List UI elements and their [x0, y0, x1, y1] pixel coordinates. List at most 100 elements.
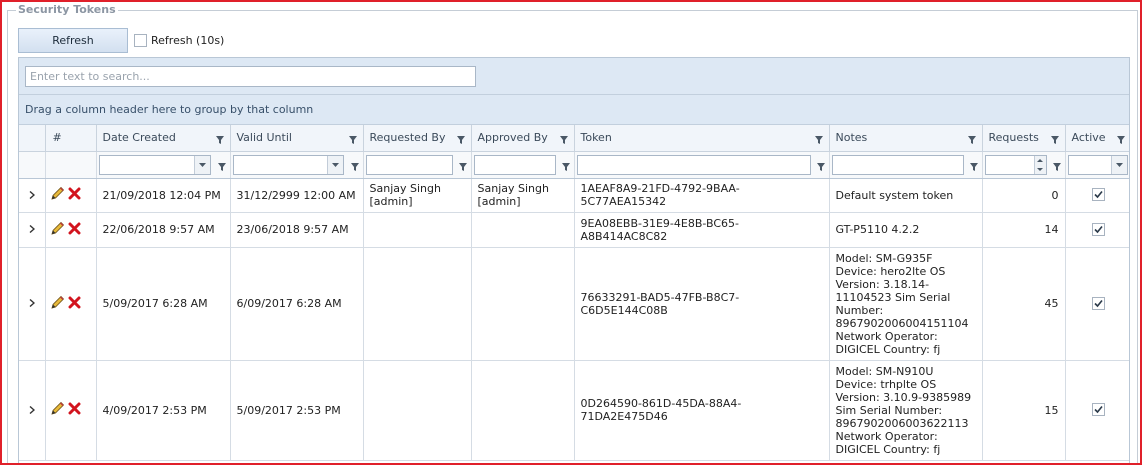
- chevron-right-icon[interactable]: [19, 212, 46, 248]
- valid-until-cell: 5/09/2017 2:53 PM: [230, 360, 364, 461]
- token-cell: 9EA08EBB-31E9-4E8B-BC65-A8B414AC8C82: [574, 212, 830, 248]
- table-row[interactable]: 21/09/2018 12:04 PM 31/12/2999 12:00 AM …: [19, 178, 1129, 213]
- token-cell: 0D264590-861D-45DA-88A4-71DA2E475D46: [574, 360, 830, 461]
- token-cell: 1AEAF8A9-21FD-4792-9BAA-5C77AEA15342: [574, 178, 830, 213]
- filter-row: [19, 151, 1129, 179]
- date-created-cell: 22/06/2018 9:57 AM: [96, 212, 231, 248]
- requests-cell: 45: [982, 247, 1066, 361]
- table-row[interactable]: 5/09/2017 6:28 AM 6/09/2017 6:28 AM 7663…: [19, 247, 1129, 361]
- date-created-cell: 5/09/2017 6:28 AM: [96, 247, 231, 361]
- column-header-requests[interactable]: Requests: [982, 125, 1066, 152]
- date-created-cell: 21/09/2018 12:04 PM: [96, 178, 231, 213]
- pencil-icon[interactable]: [50, 221, 65, 239]
- active-cell: [1065, 178, 1129, 213]
- dropdown-arrow-icon[interactable]: [193, 155, 210, 174]
- approved-by-cell: [471, 212, 575, 248]
- notes-cell: Model: SM-G935F Device: hero2lte OS Vers…: [829, 247, 983, 361]
- chevron-right-icon[interactable]: [19, 178, 46, 213]
- filter-icon[interactable]: [1050, 134, 1059, 147]
- column-header-approved-by[interactable]: Approved By: [471, 125, 575, 152]
- valid-until-cell: 31/12/2999 12:00 AM: [230, 178, 364, 213]
- approved-by-cell: Sanjay Singh [admin]: [471, 178, 575, 213]
- filter-cell-empty: [19, 151, 46, 179]
- active-checkbox[interactable]: [1091, 188, 1105, 201]
- column-header-token[interactable]: Token: [574, 125, 830, 152]
- active-filter-select[interactable]: [1067, 154, 1128, 175]
- column-header-requested-by[interactable]: Requested By: [363, 125, 472, 152]
- notes-filter-input[interactable]: [831, 154, 964, 175]
- window-frame: Security Tokens Refresh Refresh (10s) Dr…: [0, 0, 1142, 465]
- pencil-icon[interactable]: [50, 401, 65, 419]
- filter-icon[interactable]: [969, 161, 978, 174]
- approved-by-cell: [471, 360, 575, 461]
- delete-x-icon[interactable]: [68, 222, 81, 238]
- dropdown-arrow-icon[interactable]: [1110, 155, 1127, 174]
- valid-until-cell: 6/09/2017 6:28 AM: [230, 247, 364, 361]
- filter-icon[interactable]: [456, 134, 465, 147]
- approved-by-cell: [471, 247, 575, 361]
- row-actions: [45, 212, 97, 248]
- search-panel: [19, 58, 1129, 95]
- active-cell: [1065, 212, 1129, 248]
- requests-cell: 14: [982, 212, 1066, 248]
- requests-cell: 0: [982, 178, 1066, 213]
- active-checkbox[interactable]: [1091, 403, 1105, 416]
- refresh-button[interactable]: Refresh: [18, 28, 128, 53]
- column-header-active[interactable]: Active: [1065, 125, 1129, 152]
- token-cell: 76633291-BAD5-47FB-B8C7-C6D5E144C08B: [574, 247, 830, 361]
- table-row[interactable]: 22/06/2018 9:57 AM 23/06/2018 9:57 AM 9E…: [19, 212, 1129, 248]
- filter-icon[interactable]: [350, 161, 359, 174]
- approved-by-filter-input[interactable]: [473, 154, 556, 175]
- filter-cell-date-created: [96, 151, 231, 179]
- pencil-icon[interactable]: [50, 186, 65, 204]
- filter-cell-token: [574, 151, 830, 179]
- dropdown-arrow-icon[interactable]: [326, 155, 343, 174]
- row-actions: [45, 178, 97, 213]
- valid-until-filter-input[interactable]: [232, 154, 344, 175]
- group-by-panel[interactable]: Drag a column header here to group by th…: [19, 95, 1129, 125]
- filter-icon[interactable]: [217, 161, 226, 174]
- filter-cell-approved-by: [471, 151, 575, 179]
- delete-x-icon[interactable]: [68, 187, 81, 203]
- filter-icon[interactable]: [1052, 161, 1061, 174]
- table-row[interactable]: 4/09/2017 2:53 PM 5/09/2017 2:53 PM 0D26…: [19, 360, 1129, 461]
- date-created-filter-input[interactable]: [98, 154, 211, 175]
- notes-cell: GT-P5110 4.2.2: [829, 212, 983, 248]
- active-checkbox[interactable]: [1091, 222, 1105, 236]
- auto-refresh-label[interactable]: Refresh (10s): [151, 34, 224, 47]
- spin-buttons-icon[interactable]: [1033, 155, 1046, 174]
- filter-icon[interactable]: [1116, 134, 1125, 147]
- requests-filter-input[interactable]: [984, 154, 1047, 175]
- requested-by-filter-input[interactable]: [365, 154, 453, 175]
- filter-icon[interactable]: [967, 134, 976, 147]
- requested-by-cell: Sanjay Singh [admin]: [363, 178, 472, 213]
- filter-icon[interactable]: [458, 161, 467, 174]
- auto-refresh-toggle[interactable]: Refresh (10s): [134, 34, 224, 47]
- delete-x-icon[interactable]: [68, 402, 81, 418]
- filter-icon[interactable]: [348, 134, 357, 147]
- column-header-date-created[interactable]: Date Created: [96, 125, 231, 152]
- active-checkbox[interactable]: [1091, 296, 1105, 310]
- requested-by-cell: [363, 360, 472, 461]
- filter-cell-valid-until: [230, 151, 364, 179]
- token-filter-input[interactable]: [576, 154, 811, 175]
- column-header-valid-until[interactable]: Valid Until: [230, 125, 364, 152]
- filter-icon[interactable]: [814, 134, 823, 147]
- delete-x-icon[interactable]: [68, 296, 81, 312]
- search-input[interactable]: [25, 66, 476, 87]
- column-header-notes[interactable]: Notes: [829, 125, 983, 152]
- pencil-icon[interactable]: [50, 295, 65, 313]
- chevron-right-icon[interactable]: [19, 247, 46, 361]
- row-actions: [45, 247, 97, 361]
- requested-by-cell: [363, 212, 472, 248]
- filter-icon[interactable]: [561, 161, 570, 174]
- auto-refresh-checkbox[interactable]: [134, 34, 147, 47]
- notes-cell: Model: SM-N910U Device: trhplte OS Versi…: [829, 360, 983, 461]
- active-cell: [1065, 360, 1129, 461]
- date-created-cell: 4/09/2017 2:53 PM: [96, 360, 231, 461]
- filter-icon[interactable]: [816, 161, 825, 174]
- filter-icon[interactable]: [215, 134, 224, 147]
- column-header-number[interactable]: #: [45, 125, 97, 152]
- filter-icon[interactable]: [559, 134, 568, 147]
- chevron-right-icon[interactable]: [19, 360, 46, 461]
